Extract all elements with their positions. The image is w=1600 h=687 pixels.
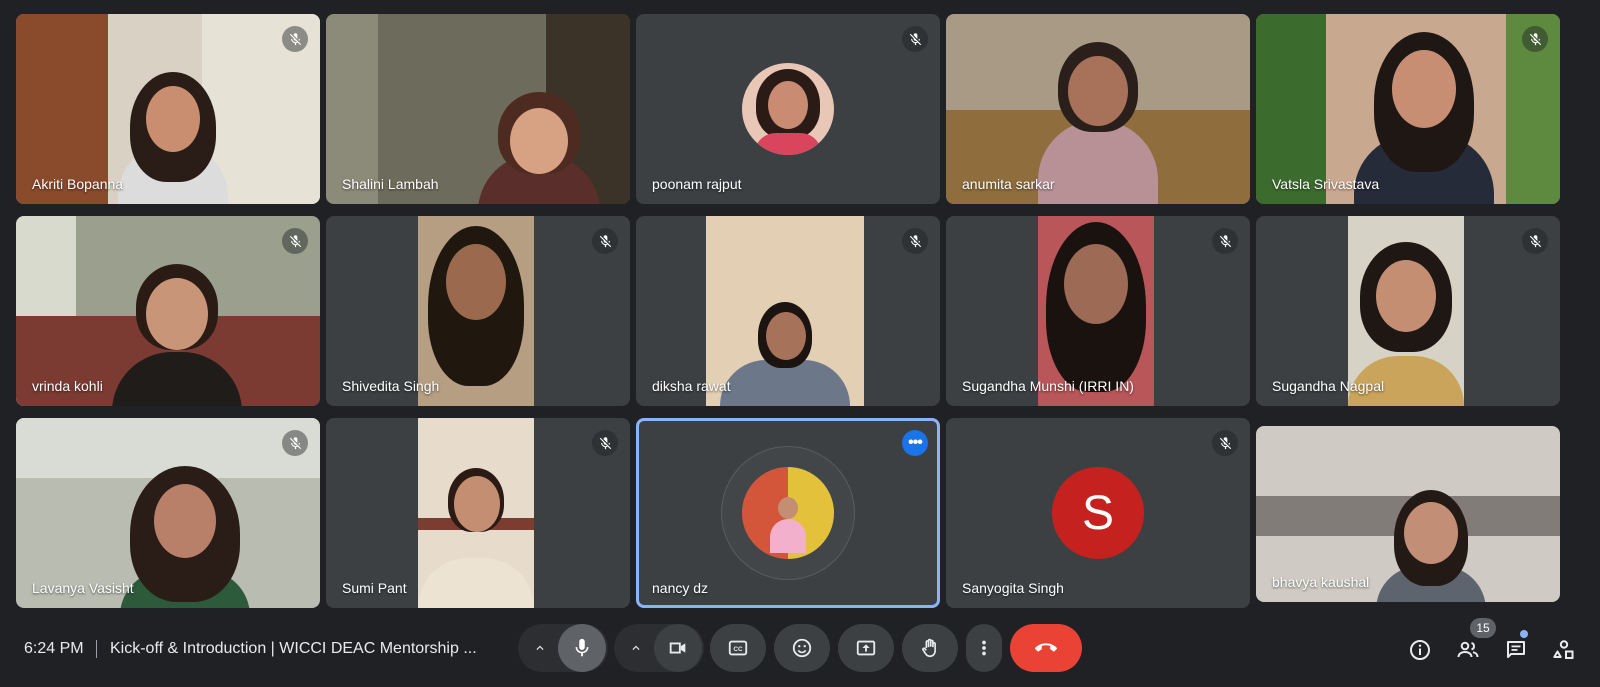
participant-name: Lavanya Vasisht (32, 580, 134, 596)
participant-grid: Akriti Bopanna Shalini Lambah poonam raj… (16, 14, 1584, 608)
participant-tile-lavanya-vasisht[interactable]: Lavanya Vasisht (16, 418, 320, 608)
clock: 6:24 PM (24, 640, 84, 657)
avatar (742, 63, 834, 155)
muted-mic-icon (902, 26, 928, 52)
hand-icon (922, 638, 936, 658)
more-vert-icon (982, 640, 986, 656)
participant-name: Sumi Pant (342, 580, 407, 596)
people-button[interactable] (1452, 634, 1484, 666)
leave-call-button[interactable] (1010, 624, 1082, 672)
phone-hangup-icon (1035, 643, 1057, 652)
participant-name: nancy dz (652, 580, 709, 596)
more-options-button[interactable] (966, 624, 1002, 672)
participant-name: Akriti Bopanna (32, 176, 124, 192)
participant-tile-sanyogita-singh[interactable]: S Sanyogita Singh (946, 418, 1250, 608)
mic-icon (575, 638, 589, 657)
present-screen-icon (856, 640, 876, 656)
muted-mic-icon (1522, 26, 1548, 52)
muted-mic-icon (282, 430, 308, 456)
audio-options-button[interactable] (518, 624, 562, 672)
participant-name: Shalini Lambah (342, 176, 439, 192)
avatar (742, 467, 834, 559)
participant-name: poonam rajput (652, 176, 742, 192)
divider (96, 640, 97, 658)
muted-mic-icon (1212, 228, 1238, 254)
participant-tile-nancy-dz[interactable]: ••• nancy dz (636, 418, 940, 608)
activities-button[interactable] (1548, 634, 1580, 666)
participant-tile-sugandha-munshi[interactable]: Sugandha Munshi (IRRI IN) (946, 216, 1250, 406)
microphone-button[interactable] (558, 624, 606, 672)
present-button[interactable] (838, 624, 894, 672)
chat-button[interactable] (1500, 634, 1532, 666)
participant-tile-anumita-sarkar[interactable]: anumita sarkar (946, 14, 1250, 204)
meeting-title: Kick-off & Introduction | WICCI DEAC Men… (110, 640, 477, 657)
more-options-button[interactable]: ••• (902, 430, 928, 456)
participant-tile-sumi-pant[interactable]: Sumi Pant (326, 418, 630, 608)
info-icon (1410, 640, 1430, 660)
participant-tile-vatsla-srivastava[interactable]: Vatsla Srivastava (1256, 14, 1560, 204)
meeting-control-bar: 6:24 PM Kick-off & Introduction | WICCI … (0, 612, 1600, 687)
video-camera-icon (669, 642, 686, 654)
svg-text:CC: CC (733, 646, 743, 653)
participant-tile-shivedita-singh[interactable]: Shivedita Singh (326, 216, 630, 406)
participant-tile-diksha-rawat[interactable]: diksha rawat (636, 216, 940, 406)
chat-icon (1507, 641, 1525, 658)
chevron-up-icon (632, 645, 640, 650)
camera-button[interactable] (654, 624, 702, 672)
participant-name: Shivedita Singh (342, 378, 440, 394)
muted-mic-icon (282, 228, 308, 254)
participant-name: Vatsla Srivastava (1272, 176, 1380, 192)
participant-tile-poonam-rajput[interactable]: poonam rajput (636, 14, 940, 204)
participant-tile-akriti-bopanna[interactable]: Akriti Bopanna (16, 14, 320, 204)
activities-icon (1553, 640, 1574, 659)
muted-mic-icon (1212, 430, 1238, 456)
participant-tile-shalini-lambah[interactable]: Shalini Lambah (326, 14, 630, 204)
participant-name: Sugandha Nagpal (1272, 378, 1385, 394)
muted-mic-icon (282, 26, 308, 52)
participant-name: diksha rawat (652, 378, 731, 394)
chat-notification-dot (1520, 630, 1528, 638)
people-icon (1457, 641, 1479, 658)
participant-name: Sugandha Munshi (IRRI IN) (962, 378, 1134, 394)
muted-mic-icon (592, 430, 618, 456)
avatar: S (1052, 467, 1144, 559)
meeting-details-button[interactable] (1404, 634, 1436, 666)
participant-tile-sugandha-nagpal[interactable]: Sugandha Nagpal (1256, 216, 1560, 406)
muted-mic-icon (902, 228, 928, 254)
participant-name: vrinda kohli (32, 378, 103, 394)
participant-name: anumita sarkar (962, 176, 1055, 192)
muted-mic-icon (1522, 228, 1548, 254)
participant-name: bhavya kaushal (1272, 574, 1370, 590)
reactions-button[interactable] (774, 624, 830, 672)
participant-tile-bhavya-kaushal[interactable]: bhavya kaushal (1256, 426, 1560, 602)
captions-button[interactable]: CC (710, 624, 766, 672)
muted-mic-icon (592, 228, 618, 254)
emoji-icon (792, 638, 812, 658)
chevron-up-icon (536, 645, 544, 650)
raise-hand-button[interactable] (902, 624, 958, 672)
video-options-button[interactable] (614, 624, 658, 672)
participant-name: Sanyogita Singh (962, 580, 1064, 596)
participant-tile-vrinda-kohli[interactable]: vrinda kohli (16, 216, 320, 406)
closed-captions-icon: CC (728, 640, 748, 656)
